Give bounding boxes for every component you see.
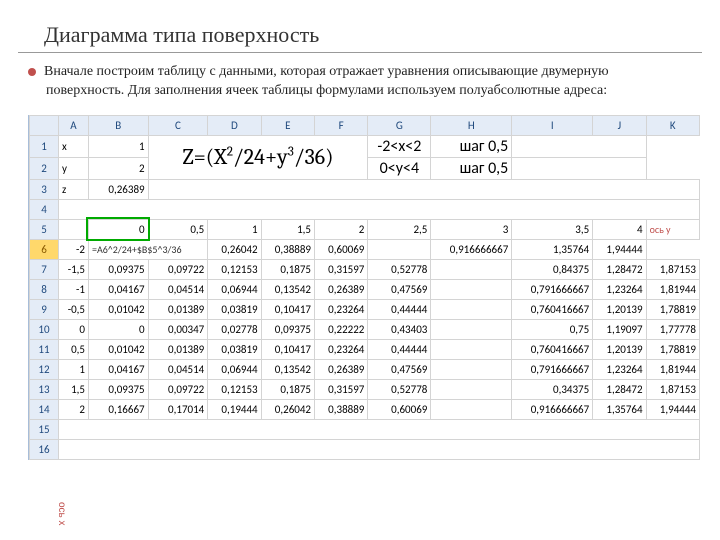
col-J[interactable]: J [593, 115, 646, 135]
axis-x-label: ось x [56, 502, 67, 526]
row-6[interactable]: 6 -2 =A6^2/24+$B$5^3/36 0,260420,388890,… [30, 239, 700, 259]
row-7[interactable]: 7-1,50,093750,097220,121530,18750,315970… [30, 259, 700, 279]
row-15[interactable]: 15 [30, 419, 700, 439]
row-13[interactable]: 131,50,093750,097220,121530,18750,315970… [30, 379, 700, 399]
row-11[interactable]: 110,50,010420,013890,038190,104170,23264… [30, 339, 700, 359]
axis-y-label: ось y [646, 219, 699, 239]
row-12[interactable]: 1210,041670,045140,069440,135420,263890,… [30, 359, 700, 379]
row-9[interactable]: 9-0,50,010420,013890,038190,104170,23264… [30, 299, 700, 319]
bullet-icon [28, 68, 36, 76]
col-C[interactable]: C [148, 115, 208, 135]
row-4[interactable]: 4 [30, 199, 700, 219]
body-paragraph: Вначале построим таблицу с данными, кото… [0, 63, 720, 111]
formula-cell[interactable]: =A6^2/24+$B$5^3/36 [88, 239, 207, 259]
formula-display: Z=(X2/24+y3/36) [148, 135, 368, 179]
row-3[interactable]: 3 z 0,26389 [30, 179, 700, 199]
col-H[interactable]: H [431, 115, 512, 135]
row-14[interactable]: 1420,166670,170140,194440,260420,388890,… [30, 399, 700, 419]
row-16[interactable]: 16 [30, 439, 700, 459]
row-10[interactable]: 10000,003470,027780,093750,222220,434030… [30, 319, 700, 339]
col-G[interactable]: G [368, 115, 431, 135]
spreadsheet[interactable]: A B C D E F G H I J K 1 x 1 Z=(X2/24+y3/… [28, 115, 700, 460]
row-8[interactable]: 8-10,041670,045140,069440,135420,263890,… [30, 279, 700, 299]
col-K[interactable]: K [646, 115, 699, 135]
col-A[interactable]: A [59, 115, 89, 135]
row-1[interactable]: 1 x 1 Z=(X2/24+y3/36) -2<x<2 шаг 0,5 [30, 135, 700, 157]
col-I[interactable]: I [512, 115, 593, 135]
col-D[interactable]: D [208, 115, 261, 135]
col-B[interactable]: B [88, 115, 148, 135]
corner-cell[interactable] [30, 115, 59, 135]
slide-title: Диаграмма типа поверхность [18, 0, 702, 53]
col-F[interactable]: F [315, 115, 368, 135]
col-E[interactable]: E [261, 115, 314, 135]
row-5[interactable]: 5 0 0,5 1 1,5 2 2,5 3 3,5 4 ось y [30, 219, 700, 239]
